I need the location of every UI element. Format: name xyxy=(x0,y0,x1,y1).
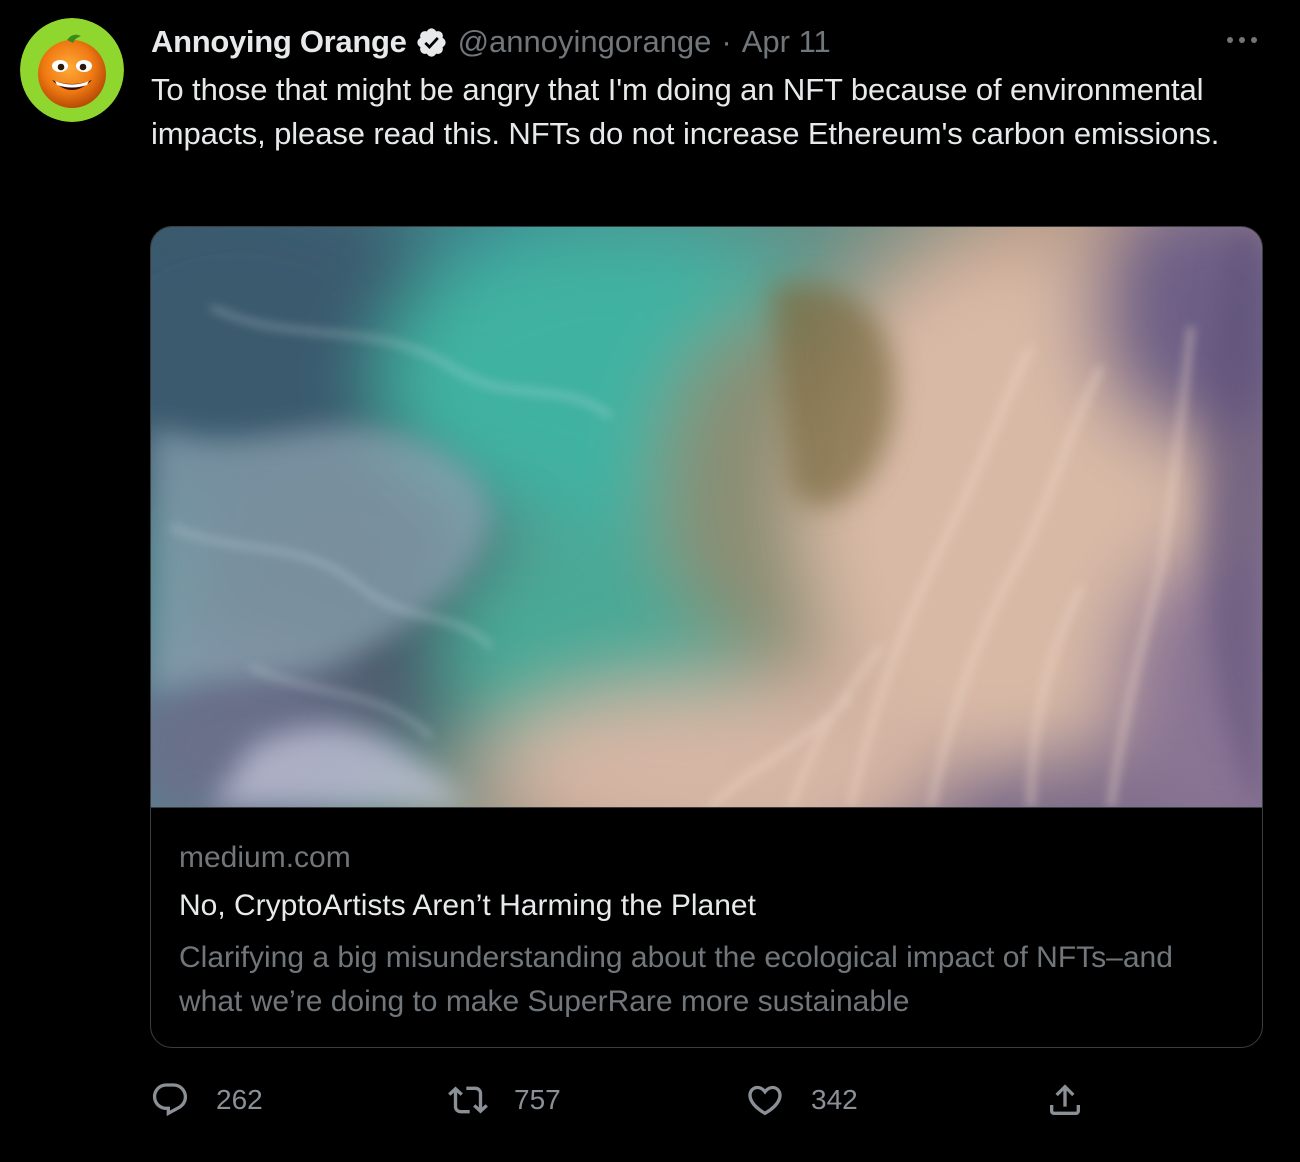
like-button[interactable]: 342 xyxy=(745,1078,858,1122)
retweet-button[interactable]: 757 xyxy=(448,1078,561,1122)
card-image[interactable] xyxy=(151,227,1262,808)
verified-badge-icon xyxy=(415,26,448,59)
more-icon[interactable] xyxy=(1222,30,1262,50)
link-card[interactable]: medium.com No, CryptoArtists Aren’t Harm… xyxy=(150,226,1263,1048)
heart-icon xyxy=(748,1085,782,1116)
retweet-icon xyxy=(448,1086,488,1114)
annoying-orange-avatar-icon xyxy=(20,18,124,122)
reply-button[interactable]: 262 xyxy=(150,1078,263,1122)
like-count: 342 xyxy=(811,1084,858,1115)
handle[interactable]: @annoyingorange xyxy=(458,24,712,60)
tweet-text: To those that might be angry that I'm do… xyxy=(151,72,1220,151)
card-domain: medium.com xyxy=(179,841,351,874)
reply-icon xyxy=(152,1083,188,1117)
reply-count: 262 xyxy=(216,1084,263,1115)
share-icon xyxy=(1050,1084,1080,1115)
share-button[interactable] xyxy=(1045,1078,1085,1122)
tweet-date[interactable]: Apr 11 xyxy=(742,24,831,60)
display-name[interactable]: Annoying Orange xyxy=(151,24,407,60)
card-description: Clarifying a big misunderstanding about … xyxy=(179,941,1173,1018)
card-title: No, CryptoArtists Aren’t Harming the Pla… xyxy=(179,889,756,922)
avatar[interactable] xyxy=(20,18,124,122)
tweet-header: Annoying Orange @annoyingorange · Apr 11 xyxy=(151,22,831,62)
retweet-count: 757 xyxy=(514,1084,561,1115)
tweet[interactable]: Annoying Orange @annoyingorange · Apr 11… xyxy=(0,0,1300,1162)
separator-dot: · xyxy=(721,24,732,59)
action-bar: 262 757 342 xyxy=(150,1078,1150,1122)
